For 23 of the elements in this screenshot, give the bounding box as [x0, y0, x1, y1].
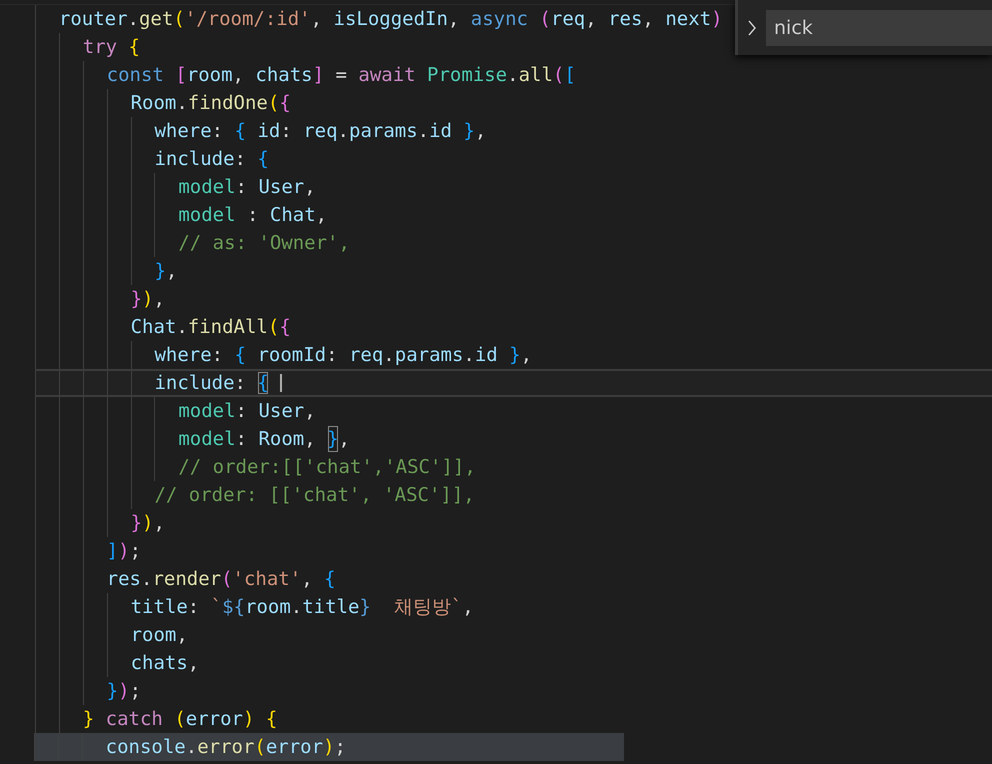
- code-line: res.render('chat', {: [35, 565, 992, 593]
- code-line: include: {: [35, 145, 992, 173]
- code-line: model: User,: [35, 173, 992, 201]
- code-line: where: { id: req.params.id },: [35, 117, 992, 145]
- code-line: }),: [35, 509, 992, 537]
- code-line: },: [35, 257, 992, 285]
- code-line: });: [35, 677, 992, 705]
- code-line: title: `${room.title} 채팅방`,: [35, 593, 992, 621]
- code-line: room,: [35, 621, 992, 649]
- code-line: model : Chat,: [35, 201, 992, 229]
- code-line: // order: [['chat', 'ASC']],: [35, 481, 992, 509]
- code-line: ]);: [35, 537, 992, 565]
- code-line: }),: [35, 285, 992, 313]
- code-line: chats,: [35, 649, 992, 677]
- code-line: const [room, chats] = await Promise.all([: [35, 61, 992, 89]
- code-line: Room.findOne({: [35, 89, 992, 117]
- code-line: // order:[['chat','ASC']],: [35, 453, 992, 481]
- code-line: // as: 'Owner',: [35, 229, 992, 257]
- code-line: model: User,: [35, 397, 992, 425]
- chevron-icon: [746, 18, 758, 36]
- find-input[interactable]: nick: [766, 10, 992, 46]
- code-line: Chat.findAll({: [35, 313, 992, 341]
- code-line: model: Room, },: [35, 425, 992, 453]
